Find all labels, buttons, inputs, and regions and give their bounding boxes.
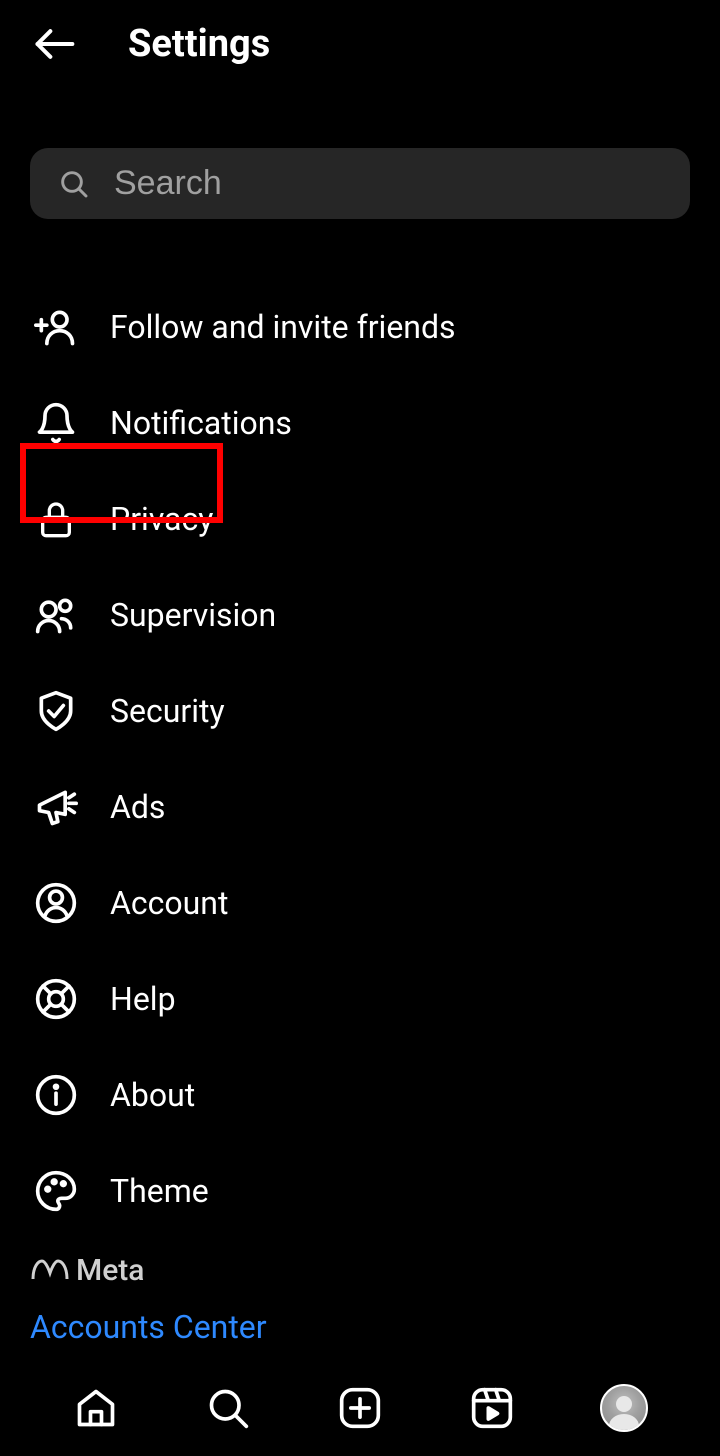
- accounts-center-link[interactable]: Accounts Center: [30, 1308, 267, 1346]
- menu-item-supervision[interactable]: Supervision: [30, 567, 690, 663]
- megaphone-icon: [34, 785, 78, 829]
- menu-item-label: Supervision: [110, 596, 276, 634]
- back-button[interactable]: [30, 20, 78, 68]
- people-icon: [34, 593, 78, 637]
- meta-brand-label: Meta: [76, 1253, 144, 1288]
- menu-item-label: Security: [110, 692, 225, 730]
- palette-icon: [34, 1169, 78, 1213]
- menu-item-follow-invite[interactable]: Follow and invite friends: [30, 279, 690, 375]
- avatar-icon: [600, 1384, 648, 1432]
- info-icon: [34, 1073, 78, 1117]
- menu-item-label: Notifications: [110, 404, 292, 442]
- nav-profile[interactable]: [600, 1384, 648, 1432]
- nav-search[interactable]: [204, 1384, 252, 1432]
- menu-item-label: Privacy: [110, 500, 213, 538]
- user-circle-icon: [34, 881, 78, 925]
- menu-item-label: About: [110, 1076, 195, 1114]
- page-title: Settings: [128, 22, 270, 66]
- lock-icon: [34, 497, 78, 541]
- life-buoy-icon: [34, 977, 78, 1021]
- menu-item-account[interactable]: Account: [30, 855, 690, 951]
- menu-item-help[interactable]: Help: [30, 951, 690, 1047]
- menu-item-label: Account: [110, 884, 228, 922]
- add-person-icon: [34, 305, 78, 349]
- menu-item-label: Help: [110, 980, 176, 1018]
- nav-create[interactable]: [336, 1384, 384, 1432]
- home-icon: [74, 1386, 118, 1430]
- bell-icon: [34, 401, 78, 445]
- meta-logo-icon: [30, 1257, 70, 1285]
- plus-square-icon: [338, 1386, 382, 1430]
- menu-item-label: Follow and invite friends: [110, 308, 456, 346]
- menu-item-label: Ads: [110, 788, 165, 826]
- nav-reels[interactable]: [468, 1384, 516, 1432]
- menu-item-label: Theme: [110, 1172, 209, 1210]
- search-field[interactable]: [30, 148, 690, 219]
- menu-item-notifications[interactable]: Notifications: [30, 375, 690, 471]
- menu-item-privacy[interactable]: Privacy: [30, 471, 690, 567]
- settings-menu: Follow and invite friends Notifications …: [0, 259, 720, 1259]
- shield-icon: [34, 689, 78, 733]
- meta-brand: Meta: [30, 1253, 267, 1288]
- bottom-nav: [0, 1360, 720, 1456]
- header: Settings: [0, 0, 720, 88]
- search-icon: [206, 1386, 250, 1430]
- nav-home[interactable]: [72, 1384, 120, 1432]
- footer-section: Meta Accounts Center: [30, 1253, 267, 1346]
- arrow-left-icon: [32, 22, 76, 66]
- menu-item-security[interactable]: Security: [30, 663, 690, 759]
- menu-item-ads[interactable]: Ads: [30, 759, 690, 855]
- search-icon: [58, 168, 90, 200]
- menu-item-theme[interactable]: Theme: [30, 1143, 690, 1239]
- reels-icon: [470, 1386, 514, 1430]
- search-input[interactable]: [114, 164, 662, 203]
- menu-item-about[interactable]: About: [30, 1047, 690, 1143]
